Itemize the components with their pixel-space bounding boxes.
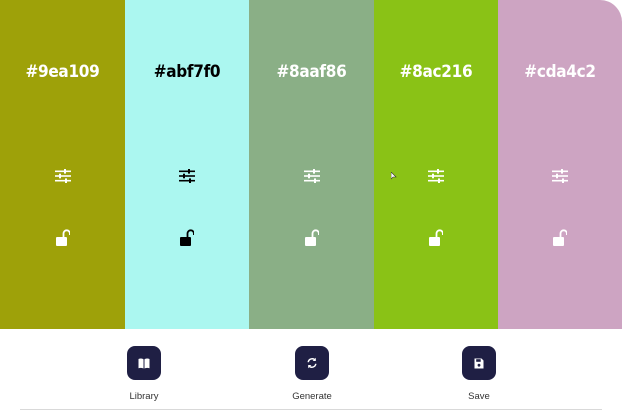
hex-code[interactable]: #8ac216	[374, 62, 498, 82]
library-button-bg[interactable]	[127, 346, 161, 380]
color-swatch[interactable]: #8aaf86	[249, 0, 374, 329]
save-icon	[474, 358, 484, 368]
sliders-icon[interactable]	[301, 165, 323, 187]
mouse-cursor-icon	[390, 165, 397, 180]
save-button-bg[interactable]	[462, 346, 496, 380]
unlocked-icon[interactable]	[301, 226, 323, 250]
sliders-icon[interactable]	[52, 165, 74, 187]
generate-button-bg[interactable]	[295, 346, 329, 380]
sliders-icon[interactable]	[176, 165, 198, 187]
library-button[interactable]: Library	[104, 346, 184, 402]
unlocked-icon[interactable]	[549, 226, 571, 250]
unlocked-icon[interactable]	[176, 226, 198, 250]
toolbar: Library Generate Save	[0, 329, 622, 412]
color-palette-app: #9ea109 #abf7f0 #8aaf86 #8ac216 #cda4c2 …	[0, 0, 622, 412]
library-label: Library	[129, 391, 159, 402]
hex-code[interactable]: #8aaf86	[249, 62, 374, 82]
divider	[20, 409, 602, 410]
hex-code[interactable]: #cda4c2	[498, 62, 622, 82]
hex-code[interactable]: #abf7f0	[125, 62, 249, 82]
generate-label: Generate	[292, 391, 332, 402]
generate-button[interactable]: Generate	[272, 346, 352, 402]
hex-code[interactable]: #9ea109	[0, 62, 125, 82]
sliders-icon[interactable]	[549, 165, 571, 187]
palette: #9ea109 #abf7f0 #8aaf86 #8ac216 #cda4c2	[0, 0, 622, 329]
save-button[interactable]: Save	[439, 346, 519, 402]
unlocked-icon[interactable]	[52, 226, 74, 250]
book-icon	[138, 358, 150, 368]
save-label: Save	[468, 391, 490, 402]
refresh-icon	[307, 357, 317, 369]
unlocked-icon[interactable]	[425, 226, 447, 250]
sliders-icon[interactable]	[425, 165, 447, 187]
color-swatch[interactable]: #abf7f0	[125, 0, 249, 329]
color-swatch[interactable]: #cda4c2	[498, 0, 622, 329]
color-swatch[interactable]: #9ea109	[0, 0, 125, 329]
